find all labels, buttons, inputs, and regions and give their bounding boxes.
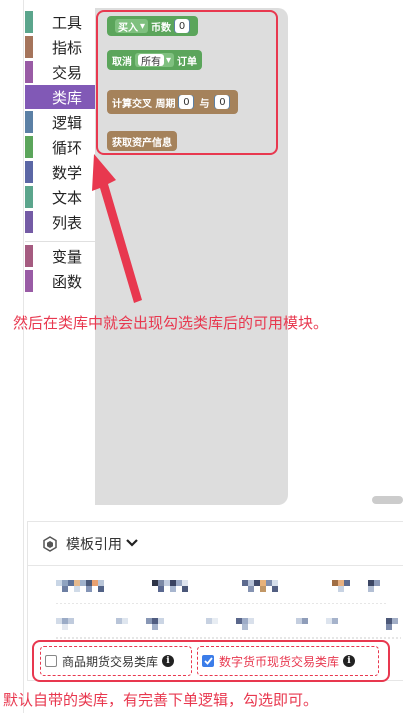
category-label: 交易 <box>52 63 83 82</box>
category-color-swatch <box>25 186 33 208</box>
chevron-down-icon <box>126 537 138 551</box>
category-color-swatch <box>25 245 33 267</box>
toolbox-category-functions[interactable]: 函数 <box>25 269 95 293</box>
category-color-swatch <box>25 11 33 33</box>
category-color-swatch <box>25 270 33 292</box>
library-option-commodity-futures[interactable]: 商品期货交易类库 i <box>40 646 192 676</box>
toolbox-category-math[interactable]: 数学 <box>25 160 95 184</box>
category-label: 列表 <box>52 213 83 232</box>
category-label: 数学 <box>52 163 83 182</box>
blurred-template-row <box>56 614 401 640</box>
toolbox-category-trade[interactable]: 交易 <box>25 60 95 84</box>
library-checkbox-commodity[interactable] <box>45 655 57 667</box>
category-color-swatch <box>25 61 33 83</box>
toolbox-category-variables[interactable]: 变量 <box>25 244 95 268</box>
pixelated-content <box>56 580 386 604</box>
info-icon[interactable]: i <box>162 655 175 667</box>
toolbox-category-text[interactable]: 文本 <box>25 185 95 209</box>
template-panel-header[interactable]: 模板引用 <box>28 522 403 566</box>
toolbox-category-library[interactable]: 类库 <box>25 85 95 109</box>
toolbox-category-loops[interactable]: 循环 <box>25 135 95 159</box>
annotation-arrow <box>92 154 142 303</box>
info-icon[interactable]: i <box>343 655 356 667</box>
annotation-text-top: 然后在类库中就会出现勾选类库后的可用模块。 <box>13 314 329 332</box>
library-label-commodity: 商品期货交易类库 <box>62 654 159 669</box>
category-label: 循环 <box>52 138 83 157</box>
blockly-toolbox: 工具 指标 交易 类库 逻辑 循环 数学 文本 列表 变量 函数 <box>25 8 95 298</box>
category-color-swatch <box>25 211 33 233</box>
pixelated-content <box>56 618 401 639</box>
workspace-horizontal-scrollbar[interactable] <box>372 496 403 504</box>
library-label-crypto: 数字货币现货交易类库 <box>219 654 340 669</box>
highlight-box-blocks <box>96 10 278 155</box>
toolbox-category-logic[interactable]: 逻辑 <box>25 110 95 134</box>
category-label: 函数 <box>52 272 83 291</box>
library-option-crypto-spot[interactable]: 数字货币现货交易类库 i <box>197 646 379 676</box>
arrow-shape <box>92 154 142 303</box>
category-label: 文本 <box>52 188 83 207</box>
category-label: 类库 <box>52 88 83 107</box>
toolbox-category-indicators[interactable]: 指标 <box>25 35 95 59</box>
category-color-swatch <box>25 36 33 58</box>
blurred-template-row <box>56 578 386 604</box>
toolbox-separator <box>25 241 95 242</box>
toolbox-category-lists[interactable]: 列表 <box>25 210 95 234</box>
category-color-swatch <box>25 136 33 158</box>
category-label: 逻辑 <box>52 113 83 132</box>
toolbox-category-tools[interactable]: 工具 <box>25 10 95 34</box>
checkmark-icon <box>203 657 213 665</box>
category-label: 工具 <box>52 13 83 32</box>
annotation-text-bottom: 默认自带的类库，有完善下单逻辑，勾选即可。 <box>3 691 319 709</box>
library-checkbox-crypto[interactable] <box>202 655 214 667</box>
category-label: 指标 <box>52 38 83 57</box>
category-label: 变量 <box>52 247 83 266</box>
cube-icon <box>43 535 57 552</box>
category-color-swatch <box>25 161 33 183</box>
category-color-swatch <box>25 111 33 133</box>
category-color-swatch <box>25 86 33 108</box>
left-frame-border <box>0 0 24 713</box>
template-panel-title: 模板引用 <box>66 536 122 553</box>
